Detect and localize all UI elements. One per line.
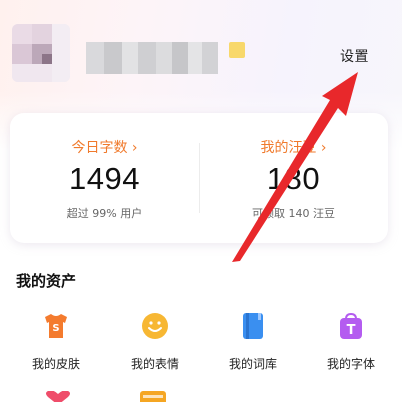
asset-item-dictionary[interactable]: 我的词库: [203, 305, 303, 372]
asset-label: 我的字体: [326, 357, 375, 371]
asset-label: 我的词库: [228, 357, 277, 371]
dictionary-book-icon: [238, 311, 268, 341]
assets-section-title: 我的资产: [16, 272, 77, 290]
my-beans-stat[interactable]: 我的汪豆 › 180 可领取 140 汪豆: [199, 113, 388, 243]
stat-subtitle: 超过 99% 用户: [66, 207, 143, 220]
asset-item-font[interactable]: T 我的字体: [301, 305, 401, 372]
settings-button[interactable]: 设置: [340, 46, 369, 66]
card-icon[interactable]: [140, 390, 166, 402]
heart-icon[interactable]: [44, 390, 72, 402]
asset-label: 我的皮肤: [31, 357, 80, 371]
chevron-right-icon: ›: [320, 140, 327, 156]
stat-value: 180: [266, 161, 321, 196]
assets-grid: S 我的皮肤 我的表情 我的词库 T 我的字体: [0, 305, 402, 402]
svg-text:S: S: [52, 323, 59, 334]
skin-shirt-icon: S: [41, 311, 71, 341]
stat-value: 1494: [69, 161, 140, 196]
asset-label: 我的表情: [130, 357, 179, 371]
emoji-smile-icon: [140, 311, 170, 341]
username-blurred: [86, 42, 218, 74]
stat-title[interactable]: 我的汪豆 ›: [199, 137, 388, 157]
stats-card: 今日字数 › 1494 超过 99% 用户 我的汪豆 › 180 可领取 140…: [10, 113, 388, 243]
asset-item-emoji[interactable]: 我的表情: [105, 305, 205, 372]
stat-subtitle: 可领取 140 汪豆: [252, 207, 335, 220]
today-characters-stat[interactable]: 今日字数 › 1494 超过 99% 用户: [10, 113, 199, 243]
stat-title[interactable]: 今日字数 ›: [10, 137, 199, 157]
avatar[interactable]: [12, 24, 70, 82]
vip-badge-icon: [229, 42, 245, 58]
asset-item-skin[interactable]: S 我的皮肤: [6, 305, 106, 372]
font-bag-icon: T: [336, 311, 366, 341]
chevron-right-icon: ›: [131, 140, 138, 156]
svg-text:T: T: [347, 323, 356, 338]
